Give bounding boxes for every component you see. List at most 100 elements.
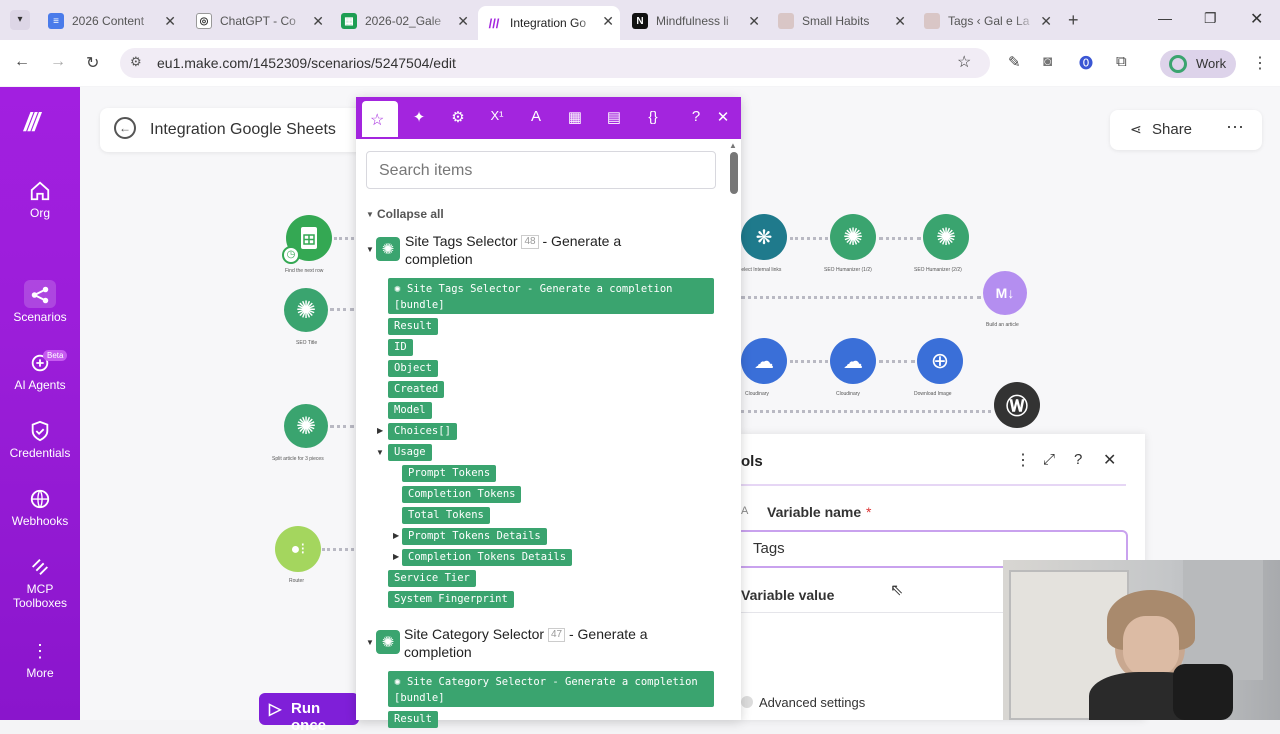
forward-icon[interactable]: →: [50, 53, 66, 71]
advanced-settings-label[interactable]: Advanced settings: [759, 695, 865, 710]
browser-tab-7[interactable]: Tags ‹ Gal e La ✕: [916, 6, 1058, 36]
openai-module-humanizer-2[interactable]: ✺: [923, 214, 969, 260]
extensions-icon[interactable]: ⧉: [1116, 53, 1127, 70]
mapping-item[interactable]: ID: [388, 339, 413, 356]
scroll-up-icon[interactable]: ▲: [729, 141, 737, 150]
json-braces-icon[interactable]: {}: [642, 108, 664, 124]
variable-name-text[interactable]: Tags: [753, 540, 785, 557]
browser-tab-2[interactable]: ◎ ChatGPT - Co ✕: [188, 6, 330, 36]
openai-module-humanizer-1[interactable]: ✺: [830, 214, 876, 260]
ai-sparkle-icon[interactable]: ✦: [408, 108, 430, 126]
mapping-item[interactable]: Service Tier: [388, 570, 476, 587]
address-bar[interactable]: ⚙ eu1.make.com/1452309/scenarios/5247504…: [120, 48, 990, 78]
bundle-item[interactable]: ✺ Site Tags Selector - Generate a comple…: [388, 278, 714, 314]
more-vertical-icon[interactable]: ⋮: [1015, 450, 1031, 470]
module-section-header[interactable]: Site Category Selector 47 - Generate a c…: [404, 625, 694, 661]
browser-tab-6[interactable]: Small Habits ✕: [770, 6, 912, 36]
tab-search-button[interactable]: ▾: [10, 10, 30, 30]
more-options-icon[interactable]: ···: [1226, 116, 1244, 137]
mapping-item[interactable]: System Fingerprint: [388, 591, 514, 608]
help-icon[interactable]: ?: [685, 108, 707, 125]
profile-chip[interactable]: Work: [1160, 50, 1236, 78]
toggle-switch[interactable]: [741, 696, 753, 708]
browser-tab-3[interactable]: ▦ 2026-02_Gale ✕: [333, 6, 475, 36]
browser-tab-4[interactable]: /// Integration Go ✕: [478, 6, 620, 40]
url-text[interactable]: eu1.make.com/1452309/scenarios/5247504/e…: [157, 55, 456, 71]
chevron-right-icon[interactable]: ▶: [377, 426, 383, 435]
wordpress-module[interactable]: Ⓦ: [994, 382, 1040, 428]
sidebar-item-ai-agents[interactable]: AI Agents Beta: [0, 350, 80, 392]
chevron-down-icon[interactable]: ▼: [366, 210, 374, 219]
mapping-item[interactable]: Total Tokens: [402, 507, 490, 524]
site-info-icon[interactable]: ⚙: [130, 54, 142, 70]
cloudinary-module-2[interactable]: ☁: [830, 338, 876, 384]
clock-icon[interactable]: ◷: [282, 246, 300, 264]
table-icon[interactable]: ▤: [603, 108, 625, 126]
module-section-header[interactable]: Site Tags Selector 48 - Generate a compl…: [405, 232, 675, 268]
browser-menu-icon[interactable]: ⋮: [1252, 53, 1268, 73]
favorites-tab[interactable]: ☆: [362, 101, 398, 137]
bundle-item[interactable]: ✺ Site Category Selector - Generate a co…: [388, 671, 714, 707]
sidebar-item-mcp-toolboxes[interactable]: MCP Toolboxes: [0, 556, 80, 610]
restore-icon[interactable]: ❐: [1204, 10, 1217, 27]
expand-icon[interactable]: ⤢: [1043, 451, 1055, 468]
reload-icon[interactable]: ↻: [86, 53, 99, 73]
camera-icon[interactable]: ◙: [1043, 53, 1052, 70]
mapping-item[interactable]: Completion Tokens Details: [402, 549, 573, 566]
mapping-item[interactable]: Prompt Tokens: [402, 465, 497, 482]
mapping-item[interactable]: Prompt Tokens Details: [402, 528, 547, 545]
browser-tab-1[interactable]: ≡ 2026 Content ✕: [40, 6, 182, 36]
chevron-down-icon[interactable]: ▼: [366, 245, 374, 254]
chevron-right-icon[interactable]: ▶: [393, 552, 399, 561]
chevron-down-icon[interactable]: ▼: [376, 448, 384, 457]
close-tab-icon[interactable]: ✕: [457, 13, 469, 30]
close-icon[interactable]: ✕: [712, 108, 734, 126]
sidebar-item-more[interactable]: ⋮ More: [0, 640, 80, 680]
gear-icon[interactable]: ⚙: [447, 108, 469, 126]
close-tab-icon[interactable]: ✕: [748, 13, 760, 30]
eyedropper-icon[interactable]: ✎: [1008, 53, 1021, 71]
bookmark-star-icon[interactable]: ☆: [957, 52, 971, 72]
sidebar-item-scenarios[interactable]: Scenarios: [0, 284, 80, 324]
back-arrow-icon[interactable]: ←: [114, 117, 136, 139]
sidebar-item-org[interactable]: Org: [0, 180, 80, 220]
mapping-item[interactable]: Result: [388, 318, 438, 335]
chevron-right-icon[interactable]: ▶: [393, 531, 399, 540]
mapping-item[interactable]: Completion Tokens: [402, 486, 522, 503]
make-logo-icon[interactable]: ///: [24, 107, 40, 138]
run-once-button[interactable]: ▷ Run once: [259, 693, 359, 734]
new-tab-icon[interactable]: +: [1068, 10, 1079, 31]
sidebar-item-credentials[interactable]: Credentials: [0, 420, 80, 460]
back-icon[interactable]: ←: [14, 53, 30, 71]
mapping-item[interactable]: Object: [388, 360, 438, 377]
minimize-icon[interactable]: —: [1158, 10, 1172, 26]
mapping-item[interactable]: Usage: [388, 444, 432, 461]
close-tab-icon[interactable]: ✕: [164, 13, 176, 30]
markdown-module[interactable]: M↓: [983, 271, 1027, 315]
router-module[interactable]: ●⁝: [275, 526, 321, 572]
mapping-item[interactable]: Choices[]: [388, 423, 457, 440]
collapse-all-link[interactable]: Collapse all: [377, 207, 444, 221]
close-window-icon[interactable]: ✕: [1250, 9, 1263, 29]
calendar-icon[interactable]: ▦: [564, 108, 586, 126]
math-functions-icon[interactable]: X¹: [486, 108, 508, 123]
close-icon[interactable]: ✕: [1103, 450, 1116, 470]
password-manager-icon[interactable]: ⓿: [1079, 53, 1093, 73]
openai-module-split-article[interactable]: ✺: [284, 404, 328, 448]
sidebar-item-webhooks[interactable]: Webhooks: [0, 488, 80, 528]
scrollbar-thumb[interactable]: [730, 152, 738, 194]
chevron-down-icon[interactable]: ▼: [366, 638, 374, 647]
mapping-item[interactable]: Created: [388, 381, 445, 398]
internal-links-module[interactable]: ❋: [741, 214, 787, 260]
close-tab-icon[interactable]: ✕: [1040, 13, 1052, 30]
mapping-item[interactable]: Model: [388, 402, 432, 419]
text-functions-icon[interactable]: A: [525, 108, 547, 125]
http-download-module[interactable]: ⊕: [917, 338, 963, 384]
browser-tab-5[interactable]: N Mindfulness li ✕: [624, 6, 766, 36]
cloudinary-module-1[interactable]: ☁: [741, 338, 787, 384]
help-icon[interactable]: ?: [1074, 451, 1082, 468]
share-button[interactable]: ⋖ Share: [1120, 116, 1210, 144]
openai-module-seo-title[interactable]: ✺: [284, 288, 328, 332]
search-input[interactable]: Search items: [366, 151, 716, 189]
scenario-title[interactable]: Integration Google Sheets: [150, 121, 336, 139]
